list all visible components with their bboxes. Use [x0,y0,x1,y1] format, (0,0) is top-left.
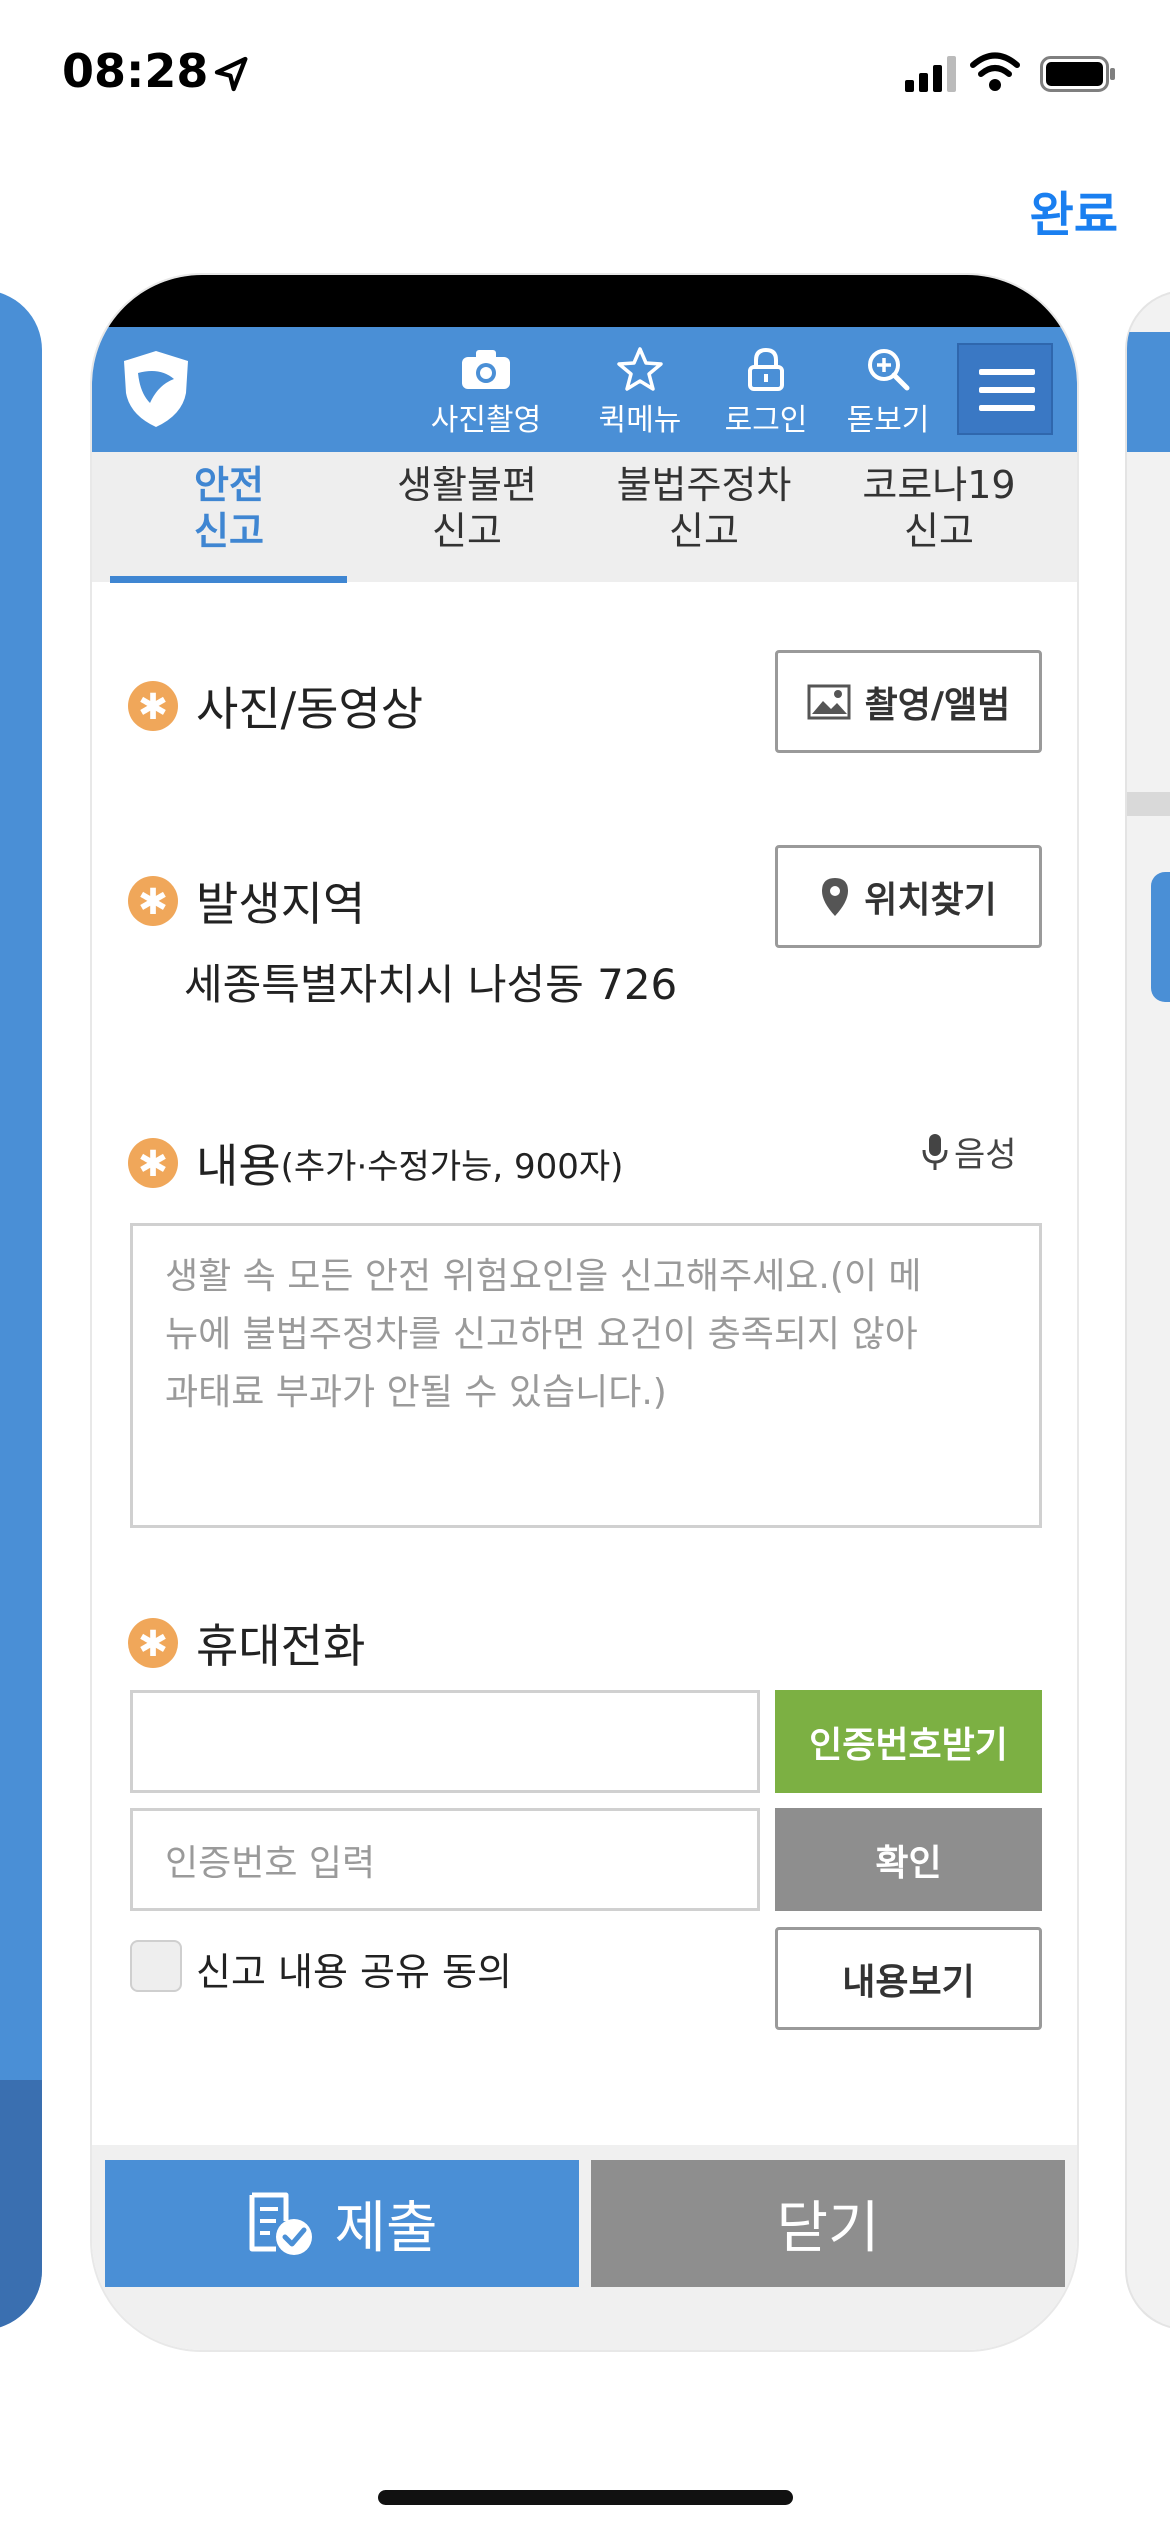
required-asterisk-icon: ✱ [128,1618,178,1668]
verification-code-input[interactable]: 인증번호 입력 [130,1808,760,1911]
location-arrow-icon [214,56,248,92]
next-card-header [1127,332,1170,452]
status-bar: 08:28 [0,0,1170,150]
map-pin-icon [822,877,849,916]
required-asterisk-icon: ✱ [128,681,178,731]
tab-illegal-parking[interactable]: 불법주정차 신고 [584,462,824,554]
zoom-label: 돋보기 [846,403,930,438]
report-type-tabs: 안전 신고 생활불편 신고 불법주정차 신고 코로나19 신고 [92,452,1077,583]
tab-safety-report[interactable]: 안전 신고 [109,462,349,554]
find-location-button[interactable]: 위치찾기 [775,845,1042,948]
login-button[interactable]: 로그인 [706,347,826,439]
image-icon [807,684,851,719]
consent-checkbox[interactable] [130,1940,182,1992]
quickmenu-button[interactable]: 퀵메뉴 [580,347,700,439]
wifi-icon [970,52,1020,91]
required-asterisk-icon: ✱ [128,1138,178,1188]
phone-number-input[interactable] [130,1690,760,1793]
tab-living-inconvenience[interactable]: 생활불편 신고 [347,462,587,554]
required-asterisk-icon: ✱ [128,876,178,926]
request-code-button[interactable]: 인증번호받기 [775,1690,1042,1793]
city-illustration [0,2080,42,2330]
next-card-preview[interactable] [1125,290,1170,2330]
incident-address: 세종특별자치시 나성동 726 [184,960,678,1009]
shield-logo-icon[interactable] [120,349,192,429]
active-tab-indicator [110,576,347,583]
done-button[interactable]: 완료 [1030,175,1118,245]
previous-card-preview[interactable] [0,290,42,2330]
quickmenu-label: 퀵메뉴 [598,403,682,438]
phone-section-label: ✱ 휴대전화 [128,1610,365,1676]
camera-label: 사진촬영 [430,403,542,438]
signal-icon [905,56,956,92]
content-textarea[interactable]: 생활 속 모든 안전 위험요인을 신고해주세요.(이 메 뉴에 불법주정차를 신… [130,1223,1042,1528]
lock-icon [748,347,784,391]
camera-icon [462,350,510,389]
camera-button[interactable]: 사진촬영 [426,347,546,439]
photo-section-label: ✱ 사진/동영상 [128,673,423,739]
microphone-icon [922,1133,948,1170]
zoom-icon [868,349,910,391]
zoom-button[interactable]: 돋보기 [828,347,948,439]
app-header: 사진촬영 퀵메뉴 로그인 돋보기 [92,327,1077,452]
tab-covid19[interactable]: 코로나19 신고 [819,462,1059,554]
login-label: 로그인 [724,403,808,438]
submit-button[interactable]: 제출 [105,2160,579,2287]
content-limit-note: (추가·수정가능, 900자) [280,1146,624,1187]
voice-input-button[interactable]: 음성 [922,1127,1017,1176]
hamburger-menu-icon[interactable] [957,343,1053,435]
view-content-button[interactable]: 내용보기 [775,1927,1042,2030]
confirm-code-button[interactable]: 확인 [775,1808,1042,1911]
content-section-label: ✱ 내용 (추가·수정가능, 900자) [128,1130,623,1196]
consent-label: 신고 내용 공유 동의 [196,1950,512,1994]
card-notch-area [92,275,1077,327]
home-indicator[interactable] [378,2490,793,2505]
location-section-label: ✱ 발생지역 [128,868,365,934]
status-time: 08:28 [62,44,209,98]
next-card-divider [1127,792,1170,816]
document-check-icon [249,2192,313,2255]
battery-icon [1040,56,1115,92]
report-card: 사진촬영 퀵메뉴 로그인 돋보기 안전 신고 생활불편 신고 불법주정차 신고 … [92,275,1077,2350]
camera-album-button[interactable]: 촬영/앨범 [775,650,1042,753]
star-icon [617,347,663,391]
next-card-button [1151,872,1170,1002]
close-button[interactable]: 닫기 [591,2160,1065,2287]
